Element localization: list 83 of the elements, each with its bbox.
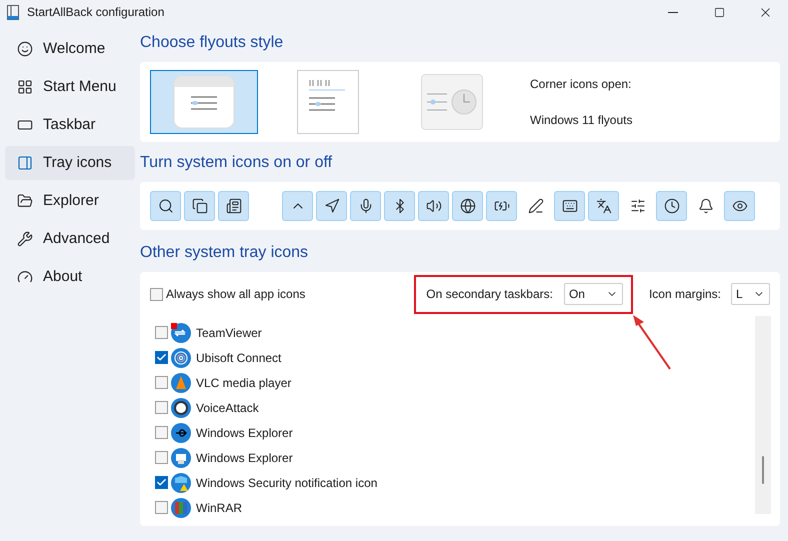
system-icon-toggle[interactable] — [384, 191, 415, 221]
corner-icons-value: Windows 11 flyouts — [530, 112, 632, 129]
sliders-icon — [630, 198, 646, 214]
system-icon-toggle[interactable] — [656, 191, 687, 221]
app-icon — [171, 498, 191, 518]
always-show-label: Always show all app icons — [166, 286, 306, 303]
checkbox[interactable] — [155, 426, 168, 439]
globe-icon — [460, 198, 476, 214]
checkbox[interactable] — [155, 401, 168, 414]
system-icon-toggle[interactable] — [282, 191, 313, 221]
app-logo-icon — [7, 4, 19, 20]
sidebar-item[interactable]: Tray icons — [5, 146, 135, 180]
app-icon — [171, 348, 191, 368]
icon-margins-dropdown[interactable]: L — [731, 283, 770, 305]
sidebar-item[interactable]: Advanced — [5, 222, 135, 256]
flyout-preview-icon — [297, 70, 359, 134]
app-name: Windows Explorer — [196, 450, 293, 466]
flyout-preview-icon — [173, 75, 235, 129]
app-name: WinRAR — [196, 500, 242, 516]
system-icon-toggle[interactable] — [350, 191, 381, 221]
app-name: Windows Explorer — [196, 424, 293, 442]
wrench-icon — [17, 231, 33, 247]
secondary-taskbars-dropdown[interactable]: On — [564, 283, 623, 305]
clock-icon — [664, 198, 680, 214]
secondary-taskbars-label: On secondary taskbars: — [426, 286, 553, 303]
system-icon-toggle[interactable] — [554, 191, 585, 221]
system-icon-toggle[interactable] — [452, 191, 483, 221]
scrollbar-thumb[interactable] — [762, 456, 764, 484]
widgets-icon — [226, 198, 242, 214]
app-name: Windows Security notification icon — [196, 474, 378, 492]
checkbox[interactable] — [155, 326, 168, 339]
checkbox[interactable] — [155, 501, 168, 514]
system-icon-toggle[interactable] — [418, 191, 449, 221]
section-heading: Turn system icons on or off — [140, 154, 334, 172]
gauge-icon — [17, 269, 33, 285]
system-icon-toggle[interactable] — [184, 191, 215, 221]
app-name: VLC media player — [196, 374, 292, 392]
search-icon — [158, 198, 174, 214]
sidebar-item[interactable]: Explorer — [5, 184, 135, 218]
checkbox[interactable] — [155, 476, 168, 489]
grid-icon — [17, 79, 33, 95]
app-name: TeamViewer — [196, 324, 262, 342]
flyout-style-option[interactable] — [150, 70, 258, 134]
volume-icon — [426, 198, 442, 214]
sidebar-item[interactable]: About — [5, 260, 135, 294]
pen-icon — [528, 198, 544, 214]
checkbox[interactable] — [155, 451, 168, 464]
flyout-preview-icon — [421, 74, 483, 130]
app-name: Ubisoft Connect — [196, 350, 282, 366]
eye-icon — [732, 198, 748, 214]
language-icon — [596, 198, 612, 214]
location-icon — [324, 198, 340, 214]
maximize-icon — [714, 6, 724, 18]
sidebar-item[interactable]: Start Menu — [5, 70, 135, 104]
app-name: VoiceAttack — [196, 400, 259, 416]
window-title: StartAllBack configuration — [27, 4, 164, 21]
system-icon-toggle[interactable] — [218, 191, 249, 221]
checkbox[interactable] — [155, 351, 168, 364]
panel-icon — [17, 155, 33, 171]
system-icon-toggle[interactable] — [150, 191, 181, 221]
section-heading: Other system tray icons — [140, 244, 310, 262]
icon-margins-label: Icon margins: — [648, 286, 721, 303]
app-icon — [171, 322, 191, 342]
app-icon — [171, 398, 191, 418]
windows-icon — [192, 198, 208, 214]
system-icon-toggle[interactable] — [724, 191, 755, 221]
checkbox[interactable] — [155, 376, 168, 389]
system-icon-toggle[interactable] — [316, 191, 347, 221]
keyboard-icon — [562, 198, 578, 214]
app-icon — [171, 472, 191, 492]
bell-icon — [698, 198, 714, 214]
section-heading: Choose flyouts style — [140, 33, 284, 53]
checkbox[interactable] — [150, 288, 163, 300]
system-icon-toggle[interactable] — [588, 191, 619, 221]
app-icon — [171, 372, 191, 392]
smile-icon — [17, 41, 33, 57]
system-icon-toggle[interactable] — [486, 191, 517, 221]
sidebar-item[interactable]: Welcome — [5, 32, 135, 66]
app-icon — [171, 448, 191, 468]
sidebar-item[interactable]: Taskbar — [5, 108, 135, 142]
app-icon — [171, 422, 191, 442]
corner-icons-label: Corner icons open: — [530, 76, 632, 93]
folder-icon — [17, 193, 33, 209]
